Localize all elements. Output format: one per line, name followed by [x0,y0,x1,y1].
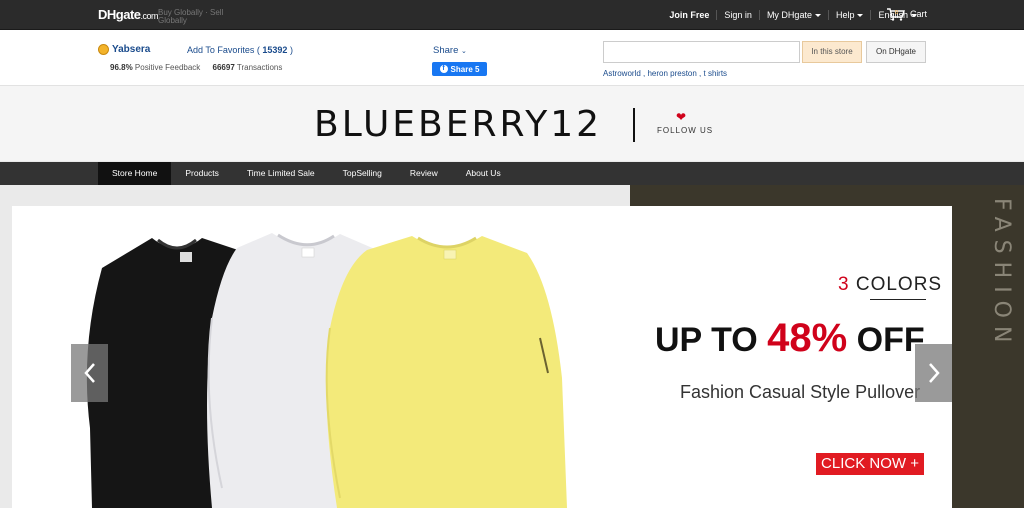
hot-search-links[interactable]: Astroworld , heron preston , t shirts [603,69,727,78]
medal-icon [98,44,109,55]
add-to-favorites-link[interactable]: Add To Favorites ( 15392 ) [187,45,293,55]
feedback-label: Positive Feedback [134,63,201,72]
chevron-down-icon: ⌄ [461,48,467,55]
transactions-label: Transactions [236,63,283,72]
tab-products[interactable]: Products [171,162,233,185]
sign-in-link[interactable]: Sign in [717,10,760,20]
top-bar: DHgate.com Buy Globally · Sell Globally … [0,0,1024,30]
facebook-icon: f [439,65,448,73]
chevron-right-icon [928,363,940,383]
colors-heading: 3 COLORS [838,274,943,295]
divider [633,108,635,142]
tab-time-limited-sale[interactable]: Time Limited Sale [233,162,329,185]
cart-link[interactable]: 0 Cart [886,7,927,21]
favorites-count: 15392 [262,45,288,55]
follow-us-button[interactable]: FOLLOW US [657,126,713,135]
chevron-left-icon [83,363,95,383]
heart-icon[interactable]: ❤ [676,110,686,124]
cart-count: 0 [895,10,898,16]
transactions-value: 66697 [212,63,235,72]
tab-topselling[interactable]: TopSelling [329,162,396,185]
brand-logo: BLUEBERRY12 [314,104,603,145]
store-stats: 96.8% Positive Feedback 66697 Transactio… [110,63,282,72]
chevron-down-icon [857,14,864,18]
join-free-link[interactable]: Join Free [662,10,718,20]
my-dhgate-menu[interactable]: My DHgate [760,10,829,20]
cart-label: Cart [910,9,928,19]
carousel-prev-button[interactable] [71,344,108,402]
tagline: Buy Globally · Sell Globally [158,8,224,25]
store-header: Yabsera 96.8% Positive Feedback 66697 Tr… [0,30,1024,86]
search-in-store-button[interactable]: In this store [802,41,862,63]
click-now-button[interactable]: CLICK NOW + [816,453,924,475]
search-on-dhgate-button[interactable]: On DHgate [866,41,926,63]
tab-review[interactable]: Review [396,162,452,185]
brand-banner: BLUEBERRY12 ❤ FOLLOW US [0,86,1024,162]
hero-subtitle: Fashion Casual Style Pullover [680,382,921,402]
help-menu[interactable]: Help [829,10,872,20]
dhgate-logo[interactable]: DHgate.com [98,7,159,22]
store-name[interactable]: Yabsera [98,44,150,55]
tab-about-us[interactable]: About Us [452,162,515,185]
top-nav: Join Free Sign in My DHgate Help English [662,0,924,30]
sweaters-image [86,233,567,508]
carousel-next-button[interactable] [915,344,952,402]
search-input[interactable] [603,41,800,63]
cart-icon: 0 [887,8,905,21]
offer-heading: UP TO 48% OFF [655,316,925,360]
divider [870,299,926,300]
store-nav: Store Home Products Time Limited Sale To… [0,162,1024,185]
hero-side-text: FASHION [989,198,1014,351]
feedback-value: 96.8% [110,63,133,72]
tab-store-home[interactable]: Store Home [98,162,172,185]
facebook-share-button[interactable]: f Share 5 [432,62,487,76]
share-menu[interactable]: Share ⌄ [433,45,467,56]
chevron-down-icon [814,14,821,18]
